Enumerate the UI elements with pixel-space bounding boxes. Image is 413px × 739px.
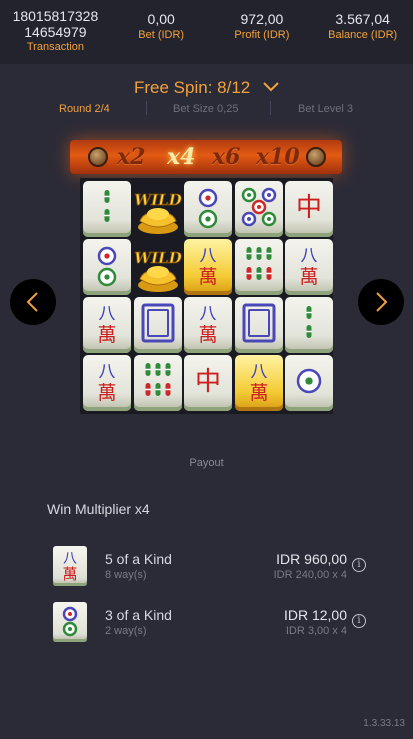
payout-title: Payout [189,457,224,469]
svg-text:八: 八 [99,362,116,382]
svg-text:中: 中 [296,193,322,223]
divider [146,101,147,115]
multiplier-x4: x4 [167,144,196,170]
transaction-id-line1: 18015817328 [12,8,99,24]
next-button[interactable] [358,279,404,325]
dots-2-tile [184,181,232,237]
bet-size-label: Bet Size 0,25 [173,103,239,115]
free-spin-selector[interactable]: Free Spin: 8/12 [0,78,413,98]
svg-text:WILD: WILD [134,191,181,209]
character-8-tile: 八萬 [83,297,131,353]
svg-text:八: 八 [301,246,318,266]
white-dragon-tile [133,297,182,353]
red-dragon-tile: 中 [285,181,333,237]
payout-row: 八 萬 5 of a Kind 8 way(s) IDR 960,00 IDR … [0,546,413,590]
svg-text:萬: 萬 [198,324,217,346]
dots-2-tile [83,239,131,295]
transaction-label: Transaction [26,41,84,53]
payout-calc: IDR 240,00 x 4 [273,569,347,581]
free-spin-label: Free Spin: 8/12 [134,78,251,97]
bet-label: Bet (IDR) [138,29,185,41]
balance-value: 3.567,04 [335,11,390,27]
transaction-id-line2: 14654979 [24,24,87,40]
character-8-gold-tile: 八萬 [184,239,232,295]
multiplier-bar: x2 x4 x6 x10 [70,140,342,174]
balance-label: Balance (IDR) [328,29,398,41]
ornament-knob-icon [88,147,108,167]
reel-grid: WILD 中 WILD 八萬八萬八萬八萬八萬中八萬 [80,178,333,414]
character-8-tile-icon: 八 萬 [53,546,87,586]
chevron-left-icon [26,292,38,312]
svg-text:萬: 萬 [249,382,268,404]
svg-text:WILD: WILD [134,249,181,267]
svg-text:中: 中 [195,367,221,397]
svg-text:萬: 萬 [198,266,217,288]
svg-text:萬: 萬 [62,565,77,583]
wild-tile: WILD [134,239,182,295]
multiplier-x10: x10 [256,144,300,170]
profit-value: 972,00 [240,11,284,27]
payout-row: 3 of a Kind 2 way(s) IDR 12,00 IDR 3,00 … [0,602,413,646]
svg-text:萬: 萬 [97,382,116,404]
transaction-stat: 18015817328 14654979 Transaction [0,0,111,64]
character-8-tile: 八萬 [285,239,333,295]
dots-5-tile [234,181,283,237]
bamboo-6-tile [234,239,283,295]
stats-bar: 18015817328 14654979 Transaction 0,00 Be… [0,0,413,64]
ornament-knob-icon [306,147,326,167]
bamboo-2-tile [285,297,333,353]
character-8-tile: 八萬 [184,297,232,353]
round-label: Round 2/4 [59,103,110,115]
bet-level-label: Bet Level 3 [298,103,354,115]
chevron-right-icon [376,292,388,312]
dots-2-tile-icon [53,602,87,642]
profit-label: Profit (IDR) [234,29,290,41]
payout-ways: 8 way(s) [105,569,147,581]
version-label: 1.3.33.13 [363,718,405,729]
multiplier-x2: x2 [117,144,146,170]
payout-kind: 3 of a Kind [105,607,172,623]
bamboo-2-tile [83,181,131,237]
svg-text:萬: 萬 [97,324,116,346]
payout-kind: 5 of a Kind [105,551,172,567]
bamboo-6-tile [133,355,182,411]
divider [270,101,271,115]
character-8-gold-tile: 八萬 [234,355,283,411]
bet-stat: 0,00 Bet (IDR) [111,0,212,64]
red-dragon-tile: 中 [184,355,232,411]
svg-text:萬: 萬 [299,266,318,288]
svg-text:八: 八 [99,304,116,324]
dots-1-tile [285,355,333,411]
payout-calc: IDR 3,00 x 4 [285,625,347,637]
wild-tile: WILD [134,181,182,237]
balance-stat: 3.567,04 Balance (IDR) [312,0,413,64]
payout-ways: 2 way(s) [105,625,147,637]
previous-button[interactable] [10,279,56,325]
bet-value: 0,00 [147,11,175,27]
payout-amount: IDR 960,00 [276,551,347,567]
white-dragon-tile [234,297,283,353]
info-icon[interactable]: i [352,614,366,628]
character-8-tile: 八萬 [83,355,131,411]
svg-text:八: 八 [200,304,217,324]
spin-info-row: Round 2/4 Bet Size 0,25 Bet Level 3 [0,103,413,117]
info-icon[interactable]: i [352,558,366,572]
multiplier-x6: x6 [212,144,241,170]
svg-text:八: 八 [250,362,267,382]
win-multiplier: Win Multiplier x4 [47,501,150,517]
payout-amount: IDR 12,00 [283,607,347,623]
profit-stat: 972,00 Profit (IDR) [212,0,313,64]
chevron-down-icon [263,77,279,97]
svg-text:八: 八 [200,246,217,266]
